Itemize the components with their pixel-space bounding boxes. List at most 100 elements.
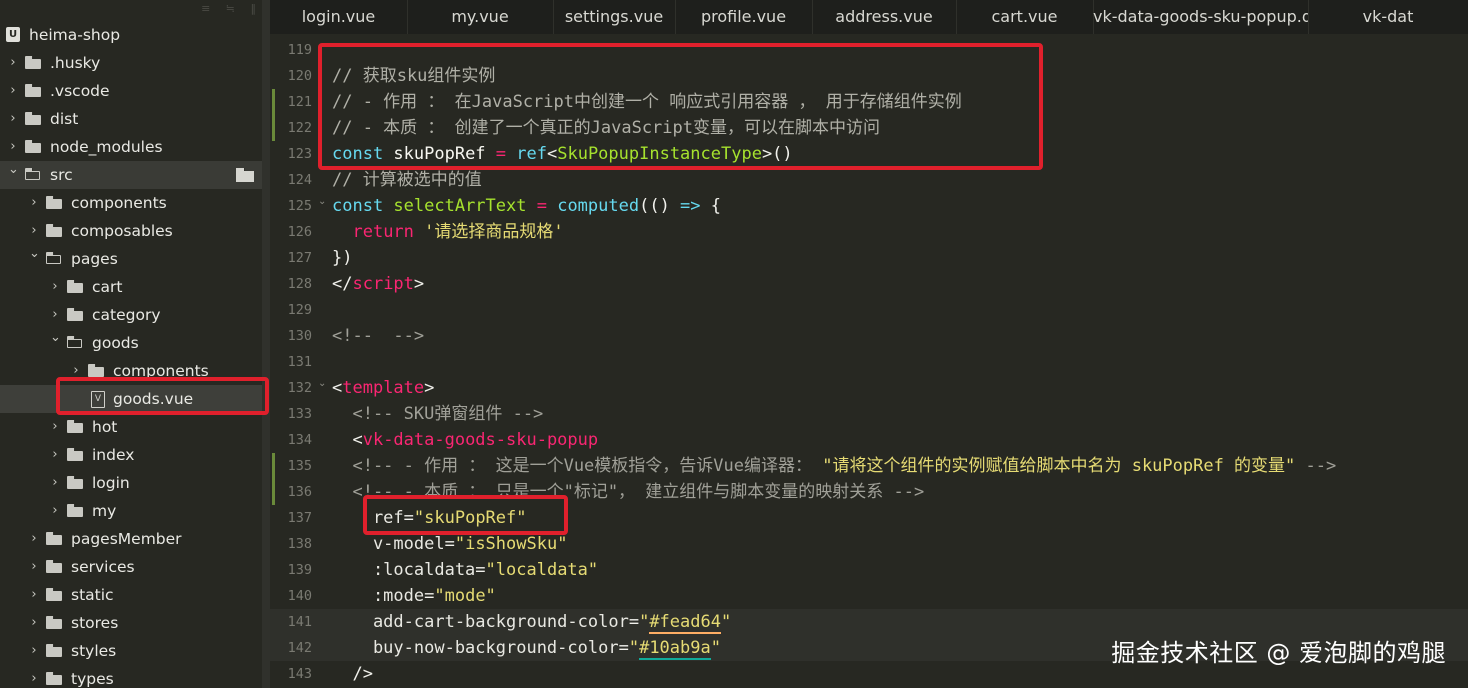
tab-vk-dat[interactable]: vk-dat	[1308, 0, 1468, 34]
line-number: 119	[287, 42, 312, 58]
open-folder-icon[interactable]	[236, 168, 254, 182]
tab-vk-data-goods-sku-popup-d-ts[interactable]: vk-data-goods-sku-popup.d.ts	[1093, 0, 1309, 34]
file-explorer-sidebar: ≡ ≒ ‖ Uheima-shop › .husky › .vscode › dist › no…	[0, 0, 270, 688]
sidebar-item-label: styles	[71, 642, 117, 660]
sidebar-item-services[interactable]: › services	[0, 553, 262, 581]
sidebar-item-types[interactable]: › types	[0, 665, 262, 688]
code-text: <!-- SKU弹窗组件 -->	[332, 401, 543, 427]
chevron-right-icon[interactable]: ›	[29, 665, 39, 688]
tab-login-vue[interactable]: login.vue	[270, 0, 408, 34]
chevron-right-icon[interactable]: ›	[29, 609, 39, 637]
sidebar-item-static[interactable]: › static	[0, 581, 262, 609]
sidebar-item-components[interactable]: › components	[0, 189, 262, 217]
sidebar-item-label: my	[92, 502, 117, 520]
tab-address-vue[interactable]: address.vue	[812, 0, 957, 34]
chevron-right-icon[interactable]: ›	[50, 273, 60, 301]
code-line[interactable]: 129	[270, 297, 1468, 323]
code-line[interactable]: 124 // 计算被选中的值	[270, 167, 1468, 193]
chevron-down-icon[interactable]: ⌄	[29, 240, 40, 268]
chevron-right-icon[interactable]: ›	[50, 441, 60, 469]
project-root[interactable]: Uheima-shop	[0, 21, 262, 49]
chevron-right-icon[interactable]: ›	[50, 497, 60, 525]
code-line[interactable]: 128 </script>	[270, 271, 1468, 297]
code-line[interactable]: 130 <!-- -->	[270, 323, 1468, 349]
code-token: '请选择商品规格'	[424, 222, 564, 242]
line-number: 126	[287, 224, 312, 240]
line-number: 127	[287, 250, 312, 266]
fold-chevron-icon[interactable]: ⌄	[318, 189, 326, 215]
fold-chevron-icon[interactable]: ⌄	[318, 371, 326, 397]
code-line[interactable]: 131	[270, 349, 1468, 375]
folder-icon	[88, 364, 104, 377]
sidebar-item-dist[interactable]: › dist	[0, 105, 262, 133]
code-line[interactable]: 135 <!-- - 作用 ： 这是一个Vue模板指令，告诉Vue编译器： "请…	[270, 453, 1468, 479]
folder-icon	[67, 420, 83, 433]
tab-cart-vue[interactable]: cart.vue	[956, 0, 1094, 34]
tab-profile-vue[interactable]: profile.vue	[675, 0, 813, 34]
code-line[interactable]: 134 <vk-data-goods-sku-popup	[270, 427, 1468, 453]
chevron-right-icon[interactable]: ›	[29, 525, 39, 553]
sidebar-item-node-modules[interactable]: › node_modules	[0, 133, 262, 161]
sidebar-item-category[interactable]: › category	[0, 301, 262, 329]
code-line[interactable]: 140 :mode="mode"	[270, 583, 1468, 609]
code-text: buy-now-background-color="#10ab9a"	[332, 635, 721, 661]
code-token: // 计算被选中的值	[332, 170, 482, 190]
code-line[interactable]: 125 ⌄ const selectArrText = computed(() =>…	[270, 193, 1468, 219]
sidebar-item-label: pagesMember	[71, 530, 182, 548]
line-number: 132	[287, 380, 312, 396]
sidebar-item-my[interactable]: › my	[0, 497, 262, 525]
sidebar-item-cart[interactable]: › cart	[0, 273, 262, 301]
chevron-down-icon[interactable]: ⌄	[8, 156, 19, 184]
line-number: 120	[287, 68, 312, 84]
sidebar-item-label: .vscode	[50, 82, 110, 100]
chevron-right-icon[interactable]: ›	[50, 469, 60, 497]
sidebar-item-src[interactable]: ⌄ src	[0, 161, 262, 189]
code-line[interactable]: 126 return '请选择商品规格'	[270, 219, 1468, 245]
folder-icon	[46, 532, 62, 545]
sidebar-item-styles[interactable]: › styles	[0, 637, 262, 665]
line-number: 135	[287, 458, 312, 474]
code-token: =	[444, 534, 455, 554]
sidebar-item-pages[interactable]: ⌄ pages	[0, 245, 262, 273]
code-text: <vk-data-goods-sku-popup	[332, 427, 598, 453]
watermark-text: 掘金技术社区 @ 爱泡脚的鸡腿	[1111, 639, 1446, 667]
sidebar-item-husky[interactable]: › .husky	[0, 49, 262, 77]
sidebar-item-stores[interactable]: › stores	[0, 609, 262, 637]
chevron-right-icon[interactable]: ›	[8, 49, 18, 77]
sidebar-item-vscode[interactable]: › .vscode	[0, 77, 262, 105]
code-token: add-cart-background-color	[332, 612, 629, 632]
chevron-right-icon[interactable]: ›	[29, 637, 39, 665]
tab-settings-vue[interactable]: settings.vue	[553, 0, 676, 34]
folder-open-icon	[25, 168, 41, 181]
code-line[interactable]: 139 :localdata="localdata"	[270, 557, 1468, 583]
chevron-down-icon[interactable]: ⌄	[50, 324, 61, 352]
sidebar-item-label: services	[71, 558, 135, 576]
sidebar-item-hot[interactable]: › hot	[0, 413, 262, 441]
code-line[interactable]: 141 add-cart-background-color="#fead64"	[270, 609, 1468, 635]
sidebar-controls-icon[interactable]: ≡ ≒ ‖	[201, 2, 262, 15]
project-name: heima-shop	[29, 26, 121, 44]
chevron-right-icon[interactable]: ›	[29, 189, 39, 217]
sidebar-item-pagesmember[interactable]: › pagesMember	[0, 525, 262, 553]
code-token: <!-- - 作用 ： 这是一个Vue模板指令，告诉Vue编译器：	[332, 456, 823, 476]
code-token: return	[352, 222, 425, 242]
code-line[interactable]: 132 ⌄ <template>	[270, 375, 1468, 401]
folder-icon	[25, 56, 41, 69]
chevron-right-icon[interactable]: ›	[8, 77, 18, 105]
code-token: >	[413, 274, 425, 294]
folder-open-icon	[46, 252, 62, 265]
chevron-right-icon[interactable]: ›	[29, 581, 39, 609]
code-line[interactable]: 133 <!-- SKU弹窗组件 -->	[270, 401, 1468, 427]
sidebar-scrollbar[interactable]	[262, 0, 270, 688]
sidebar-item-login[interactable]: › login	[0, 469, 262, 497]
tab-my-vue[interactable]: my.vue	[407, 0, 554, 34]
chevron-right-icon[interactable]: ›	[8, 105, 18, 133]
sidebar-item-composables[interactable]: › composables	[0, 217, 262, 245]
code-text: add-cart-background-color="#fead64"	[332, 609, 731, 635]
highlight-box-ref	[363, 495, 568, 535]
sidebar-item-goods[interactable]: ⌄ goods	[0, 329, 262, 357]
chevron-right-icon[interactable]: ›	[29, 553, 39, 581]
sidebar-item-index[interactable]: › index	[0, 441, 262, 469]
chevron-right-icon[interactable]: ›	[50, 413, 60, 441]
code-line[interactable]: 127})	[270, 245, 1468, 271]
